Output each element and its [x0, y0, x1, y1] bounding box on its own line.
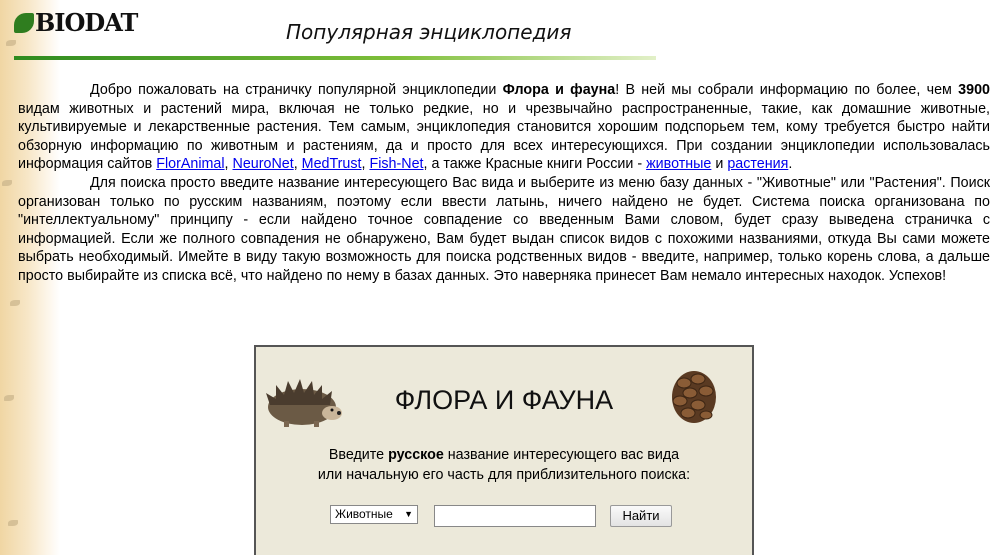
link-medtrust[interactable]: MedTrust — [302, 156, 362, 172]
intro-text: Добро пожаловать на страничку популярной… — [18, 81, 990, 286]
intro-paragraph-2: Для поиска просто введите название интер… — [18, 174, 990, 286]
select-value: Животные — [335, 507, 393, 521]
text-fragment: Введите — [328, 447, 389, 463]
link-floranimal[interactable]: FlorAnimal — [156, 156, 224, 172]
search-controls: Животные ▼ Найти — [330, 503, 672, 527]
search-panel: ФЛОРА И ФАУНА Введите русское название и… — [254, 345, 754, 555]
species-count: 3900 — [958, 82, 990, 98]
instruction-line-2: или начальную его часть для приблизитель… — [317, 467, 691, 483]
logo-text: BIODAT — [35, 8, 138, 37]
text-fragment: , — [224, 156, 233, 173]
encyclopedia-name: Флора и фауна — [502, 82, 616, 98]
database-select[interactable]: Животные ▼ — [330, 505, 418, 524]
find-button[interactable]: Найти — [610, 505, 672, 527]
link-red-book-plants[interactable]: растения — [727, 156, 788, 172]
text-fragment: . — [788, 156, 793, 173]
decorative-leaf — [4, 395, 14, 401]
panel-title: ФЛОРА И ФАУНА — [394, 385, 614, 415]
text-fragment: , — [293, 156, 302, 173]
decorative-leaf — [8, 520, 18, 526]
text-fragment: Добро пожаловать на страничку популярной… — [90, 82, 503, 98]
site-logo[interactable]: BIODAT — [14, 8, 138, 37]
header-divider — [14, 56, 656, 60]
logo-leaf-icon — [14, 12, 34, 33]
search-instructions: Введите русское название интересующего в… — [256, 445, 752, 485]
text-fragment: и — [711, 156, 728, 173]
link-neuronet[interactable]: NeuroNet — [233, 156, 294, 172]
decorative-leaf — [2, 180, 12, 186]
text-fragment: название интересующего вас вида — [443, 447, 680, 463]
page-title: Популярная энциклопедия — [286, 20, 572, 44]
instruction-line-1: Введите русское название интересующего в… — [256, 445, 752, 465]
link-fish-net[interactable]: Fish-Net — [369, 156, 423, 172]
intro-paragraph-1: Добро пожаловать на страничку популярной… — [18, 81, 990, 174]
text-fragment: ! В ней мы собрали информацию по более, … — [615, 82, 959, 98]
text-fragment: русское — [388, 447, 444, 463]
text-fragment: Для поиска просто введите название интер… — [18, 174, 990, 284]
decorative-leaf — [10, 300, 20, 306]
text-fragment: , а также Красные книги России - — [423, 156, 647, 173]
dropdown-arrow-icon: ▼ — [404, 509, 413, 519]
page-header: BIODAT Популярная энциклопедия — [0, 0, 997, 62]
species-search-input[interactable] — [434, 505, 596, 527]
link-red-book-animals[interactable]: животные — [646, 156, 711, 172]
